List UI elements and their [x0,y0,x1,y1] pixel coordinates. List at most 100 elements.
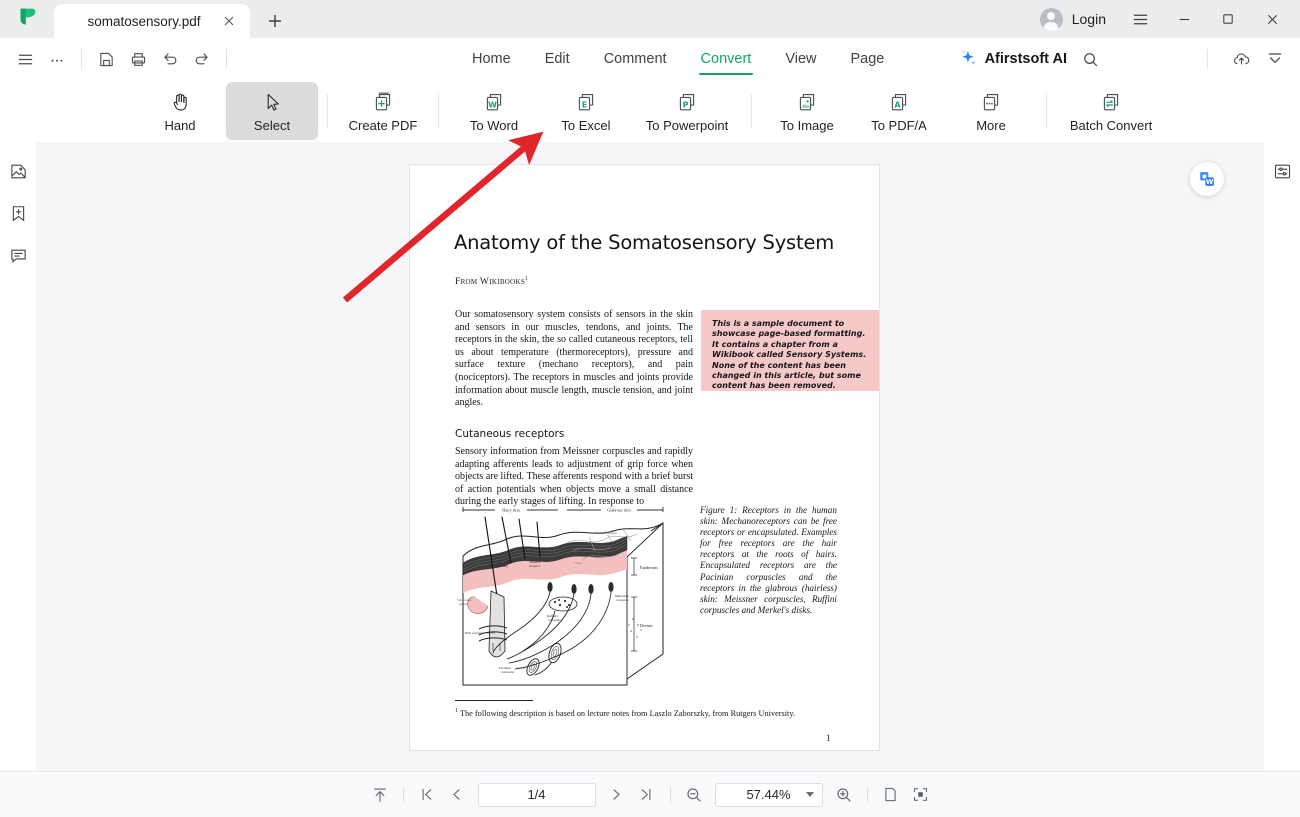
figure-label-epidermis: Epidermis [640,565,658,570]
comments-icon[interactable] [5,242,31,268]
pdf-page[interactable]: Anatomy of the Somatosensory System From… [409,164,880,751]
quick-access-toolbar [0,44,234,74]
zoom-out-icon[interactable] [679,780,709,810]
tab-convert[interactable]: Convert [684,38,769,80]
menu-bar-right: Afirstsoft AI [952,38,1300,80]
previous-page-icon[interactable] [442,780,472,810]
create-pdf-icon [371,90,395,115]
ribbon-item-to-word[interactable]: W To Word [448,82,540,140]
svg-text:receptor: receptor [529,564,541,568]
callout-box: This is a sample document to showcase pa… [701,310,879,391]
svg-text:E: E [582,100,587,109]
divider [669,786,671,803]
cursor-select-icon [261,90,284,115]
document-source: From Wikibooks1 [455,276,528,287]
page-number-input[interactable]: 1/4 [477,782,596,807]
single-page-view-icon[interactable] [876,780,906,810]
more-options-icon[interactable] [42,44,72,74]
ribbon-item-to-pdfa[interactable]: A To PDF/A [853,82,945,140]
hamburger-menu-icon[interactable] [1118,0,1162,38]
tab-label: Home [472,51,511,67]
ribbon-item-batch-convert[interactable]: Batch Convert [1056,82,1166,140]
app-logo-icon [0,0,54,38]
document-tab[interactable]: somatosensory.pdf [54,4,250,38]
tab-home[interactable]: Home [455,38,528,80]
print-icon[interactable] [123,44,153,74]
ribbon-label: Create PDF [348,117,418,133]
bookmark-add-icon[interactable] [5,200,31,226]
afirstsoft-ai-label: Afirstsoft AI [984,51,1067,67]
tab-label: View [785,51,817,67]
plus-icon[interactable] [256,4,294,38]
thumbnails-icon[interactable] [5,158,31,184]
zoom-level-select[interactable]: 57.44% [714,782,823,807]
undo-icon[interactable] [155,44,185,74]
cloud-upload-icon[interactable] [1224,42,1258,76]
footnote-body: The following description is based on le… [459,708,796,718]
main-menu-tabs: Home Edit Comment Convert View Page [455,38,901,80]
ribbon-label: To PDF/A [871,117,927,133]
ribbon-label: To Powerpoint [645,117,729,133]
to-excel-icon: E [574,90,598,115]
scroll-to-top-icon[interactable] [365,780,395,810]
to-image-icon [795,90,819,115]
tab-view[interactable]: View [768,38,833,80]
ribbon-label: To Image [780,117,834,133]
zoom-in-icon[interactable] [829,780,859,810]
to-word-icon: W [482,90,506,115]
search-icon[interactable] [1073,42,1107,76]
svg-text:corpuscle: corpuscle [501,670,514,674]
tab-edit[interactable]: Edit [528,38,587,80]
next-page-icon[interactable] [602,780,632,810]
ribbon-item-to-image[interactable]: To Image [761,82,853,140]
ribbon-label: To Word [469,117,519,133]
save-icon[interactable] [91,44,121,74]
ribbon-label: Batch Convert [1069,117,1153,133]
divider [1207,49,1208,69]
hamburger-menu-icon[interactable] [10,44,40,74]
collapse-ribbon-icon[interactable] [1258,42,1292,76]
last-page-icon[interactable] [632,780,662,810]
ribbon-label: Hand [164,117,196,133]
ribbon-item-to-excel[interactable]: E To Excel [540,82,632,140]
right-sidebar [1264,142,1300,771]
app-window: somatosensory.pdf Login Home Edit Commen… [0,0,1300,817]
figure-label-dermis: Dermis [640,623,653,628]
ribbon-item-create-pdf[interactable]: Create PDF [337,82,429,140]
chevron-down-icon[interactable] [805,792,814,797]
window-close-icon[interactable] [1250,0,1294,38]
figure-caption: Figure 1: Receptors in the human skin: M… [700,505,837,615]
first-page-icon[interactable] [412,780,442,810]
tab-label: Page [850,51,885,67]
login-button[interactable]: Login [1028,0,1118,38]
close-icon[interactable] [218,10,240,32]
page-number: 1 [826,733,831,743]
divider [226,49,227,69]
afirstsoft-ai-button[interactable]: Afirstsoft AI [952,38,1073,80]
fit-page-icon[interactable] [906,780,936,810]
ribbon-item-select[interactable]: Select [226,82,318,140]
document-tab-title: somatosensory.pdf [87,13,201,29]
tab-comment[interactable]: Comment [587,38,684,80]
ribbon-item-hand[interactable]: Hand [134,82,226,140]
ribbon-item-to-powerpoint[interactable]: P To Powerpoint [632,82,742,140]
user-avatar-icon [1039,7,1063,31]
footnote-marker: 1 [525,276,529,282]
ribbon-item-more[interactable]: More [945,82,1037,140]
to-powerpoint-icon: P [675,90,699,115]
pdf-viewer[interactable]: W Anatomy of the Somatosensory System Fr… [36,142,1264,771]
svg-text:W: W [1206,178,1214,186]
status-bar: 1/4 57.44% [0,771,1300,817]
redo-icon[interactable] [187,44,217,74]
callout-text: This is a sample document to showcase pa… [712,319,867,391]
minimize-icon[interactable] [1162,0,1206,38]
tab-page[interactable]: Page [834,38,902,80]
divider [438,94,439,128]
properties-panel-icon[interactable] [1269,158,1295,184]
svg-text:gland: gland [459,602,467,606]
maximize-icon[interactable] [1206,0,1250,38]
source-label: From Wikibooks [455,277,526,288]
document-content: Anatomy of the Somatosensory System From… [410,165,879,750]
convert-to-word-fab-icon[interactable]: W [1190,162,1224,196]
figure-label-hair-receptor: Hair receptor [465,631,484,635]
